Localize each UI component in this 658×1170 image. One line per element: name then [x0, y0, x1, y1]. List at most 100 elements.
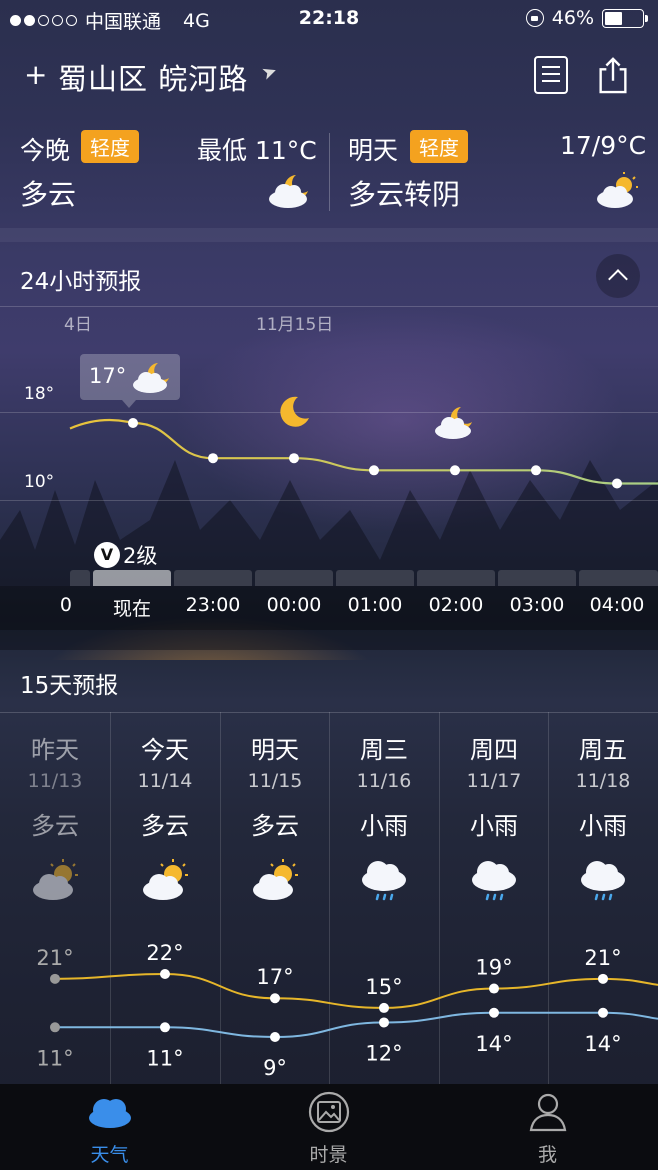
high-temp-label: 15°: [365, 975, 402, 999]
low-temp-label: 14°: [475, 1032, 512, 1056]
day-date: 11/18: [575, 770, 631, 792]
tonight-label: 今晚: [20, 136, 71, 165]
section-separator: [0, 228, 658, 242]
aqi-badge: 轻度: [410, 130, 468, 163]
hour-label: 04:00: [589, 594, 645, 616]
tomorrow-summary[interactable]: 明天 轻度 17/9°C 多云转阴: [330, 125, 658, 220]
day-name: 今天: [141, 736, 189, 764]
cloudy-day-icon: [253, 859, 298, 900]
aqi-bar: [255, 570, 333, 586]
low-temp-label: 11°: [36, 1046, 73, 1070]
hourly-temp-point: [289, 453, 299, 464]
high-temp-line: [54, 972, 658, 1009]
day-date: 11/15: [247, 770, 303, 792]
document-icon[interactable]: [534, 56, 568, 94]
tab-bar: 天气 时景 我: [0, 1084, 658, 1170]
add-city-button[interactable]: +: [24, 58, 47, 91]
low-temp-label: 14°: [584, 1032, 621, 1056]
tomorrow-temp: 17/9°C: [560, 131, 647, 160]
high-temp-label: 21°: [36, 946, 73, 970]
hour-label: 0: [59, 594, 72, 616]
hourly-temp-point: [369, 465, 379, 476]
aqi-bar: [336, 570, 414, 586]
hour-label: 03:00: [509, 594, 565, 616]
low-temp-point: [379, 1017, 389, 1028]
hour-label: 23:00: [185, 594, 241, 616]
aqi-v-icon: V: [94, 542, 120, 568]
high-temp-point: [598, 973, 608, 984]
low-temp-label: 11°: [146, 1046, 183, 1070]
hourly-temp-point: [612, 478, 622, 489]
cloudy-day-icon: [33, 859, 78, 900]
tonight-temp: 最低 11°C: [197, 136, 317, 165]
aqi-bar: [498, 570, 576, 586]
aqi-bar: [417, 570, 495, 586]
moon-icon: [280, 396, 309, 427]
tomorrow-label: 明天: [348, 136, 399, 165]
share-icon[interactable]: [596, 56, 630, 94]
hour-label: 01:00: [347, 594, 403, 616]
low-temp-point: [50, 1022, 60, 1033]
low-temp-point: [160, 1022, 170, 1033]
tab-me[interactable]: 我: [438, 1084, 657, 1170]
tab-label: 时景: [309, 1144, 348, 1166]
hourly-title: 24小时预报: [20, 269, 142, 295]
day-condition: 多云: [141, 812, 189, 840]
tonight-summary[interactable]: 今晚 轻度 最低 11°C 多云: [0, 125, 329, 220]
cloudy-night-icon: [133, 363, 169, 393]
hour-label: 00:00: [266, 594, 322, 616]
tab-label: 天气: [90, 1144, 129, 1166]
day-date: 11/16: [356, 770, 412, 792]
temp-tooltip: 17°: [80, 354, 180, 408]
day-date: 11/17: [466, 770, 522, 792]
tonight-condition: 多云: [20, 178, 77, 211]
low-temp-label: 9°: [263, 1056, 287, 1080]
daily-temperature-chart: 21° 22° 17° 15° 19° 21° 11° 11° 9° 12° 14° 14°: [36, 941, 658, 1080]
hourly-temp-point: [450, 465, 460, 476]
aqi-bar: [579, 570, 658, 586]
low-temp-point: [489, 1007, 499, 1018]
tab-weather[interactable]: 天气: [0, 1084, 219, 1170]
high-temp-point: [489, 983, 499, 994]
high-temp-point: [379, 1002, 389, 1013]
aqi-bar-now: [93, 570, 171, 586]
tab-scenery[interactable]: 时景: [219, 1084, 438, 1170]
cloudy-day-icon: [143, 859, 188, 900]
hourly-temp-point: [531, 465, 541, 476]
high-temp-point: [50, 973, 60, 984]
tooltip-temp: 17°: [89, 364, 127, 388]
day-date: 11/14: [137, 770, 193, 792]
aqi-bar: [70, 570, 90, 586]
high-temp-label: 17°: [256, 965, 293, 989]
day-condition: 小雨: [470, 812, 518, 840]
low-temp-line: [54, 1011, 658, 1039]
hourly-temp-point: [128, 418, 138, 428]
collapse-button[interactable]: [596, 254, 640, 298]
battery-percent: 46%: [551, 7, 594, 29]
high-temp-point: [270, 993, 280, 1004]
day-condition: 小雨: [579, 812, 627, 840]
cloudy-day-icon: [597, 172, 638, 208]
light-rain-icon: [581, 861, 625, 901]
high-temp-label: 19°: [475, 956, 512, 980]
aqi-level: 2级: [123, 544, 158, 568]
hourly-temp-line: [69, 418, 658, 485]
cloud-icon: [89, 1099, 131, 1128]
light-rain-icon: [362, 861, 406, 901]
location-name[interactable]: 蜀山区 皖河路: [58, 56, 248, 98]
person-icon: [529, 1093, 567, 1132]
light-rain-icon: [472, 861, 516, 901]
day-date: 11/13: [27, 770, 83, 792]
tomorrow-condition: 多云转阴: [348, 178, 461, 211]
day-condition: 多云: [31, 812, 79, 840]
aqi-bar: [174, 570, 252, 586]
hour-label: 现在: [112, 598, 151, 620]
photo-icon: [308, 1091, 350, 1133]
today-tomorrow-panel: 今晚 轻度 最低 11°C 多云 明天 轻度 17/9°C 多云转阴: [0, 125, 658, 225]
day-name: 明天: [251, 736, 299, 764]
battery-icon: [602, 8, 648, 28]
cloudy-night-icon: [269, 175, 308, 208]
rotation-lock-icon: [525, 9, 544, 27]
aqi-indicator[interactable]: V 2级: [94, 540, 157, 570]
day-condition: 多云: [251, 812, 299, 840]
